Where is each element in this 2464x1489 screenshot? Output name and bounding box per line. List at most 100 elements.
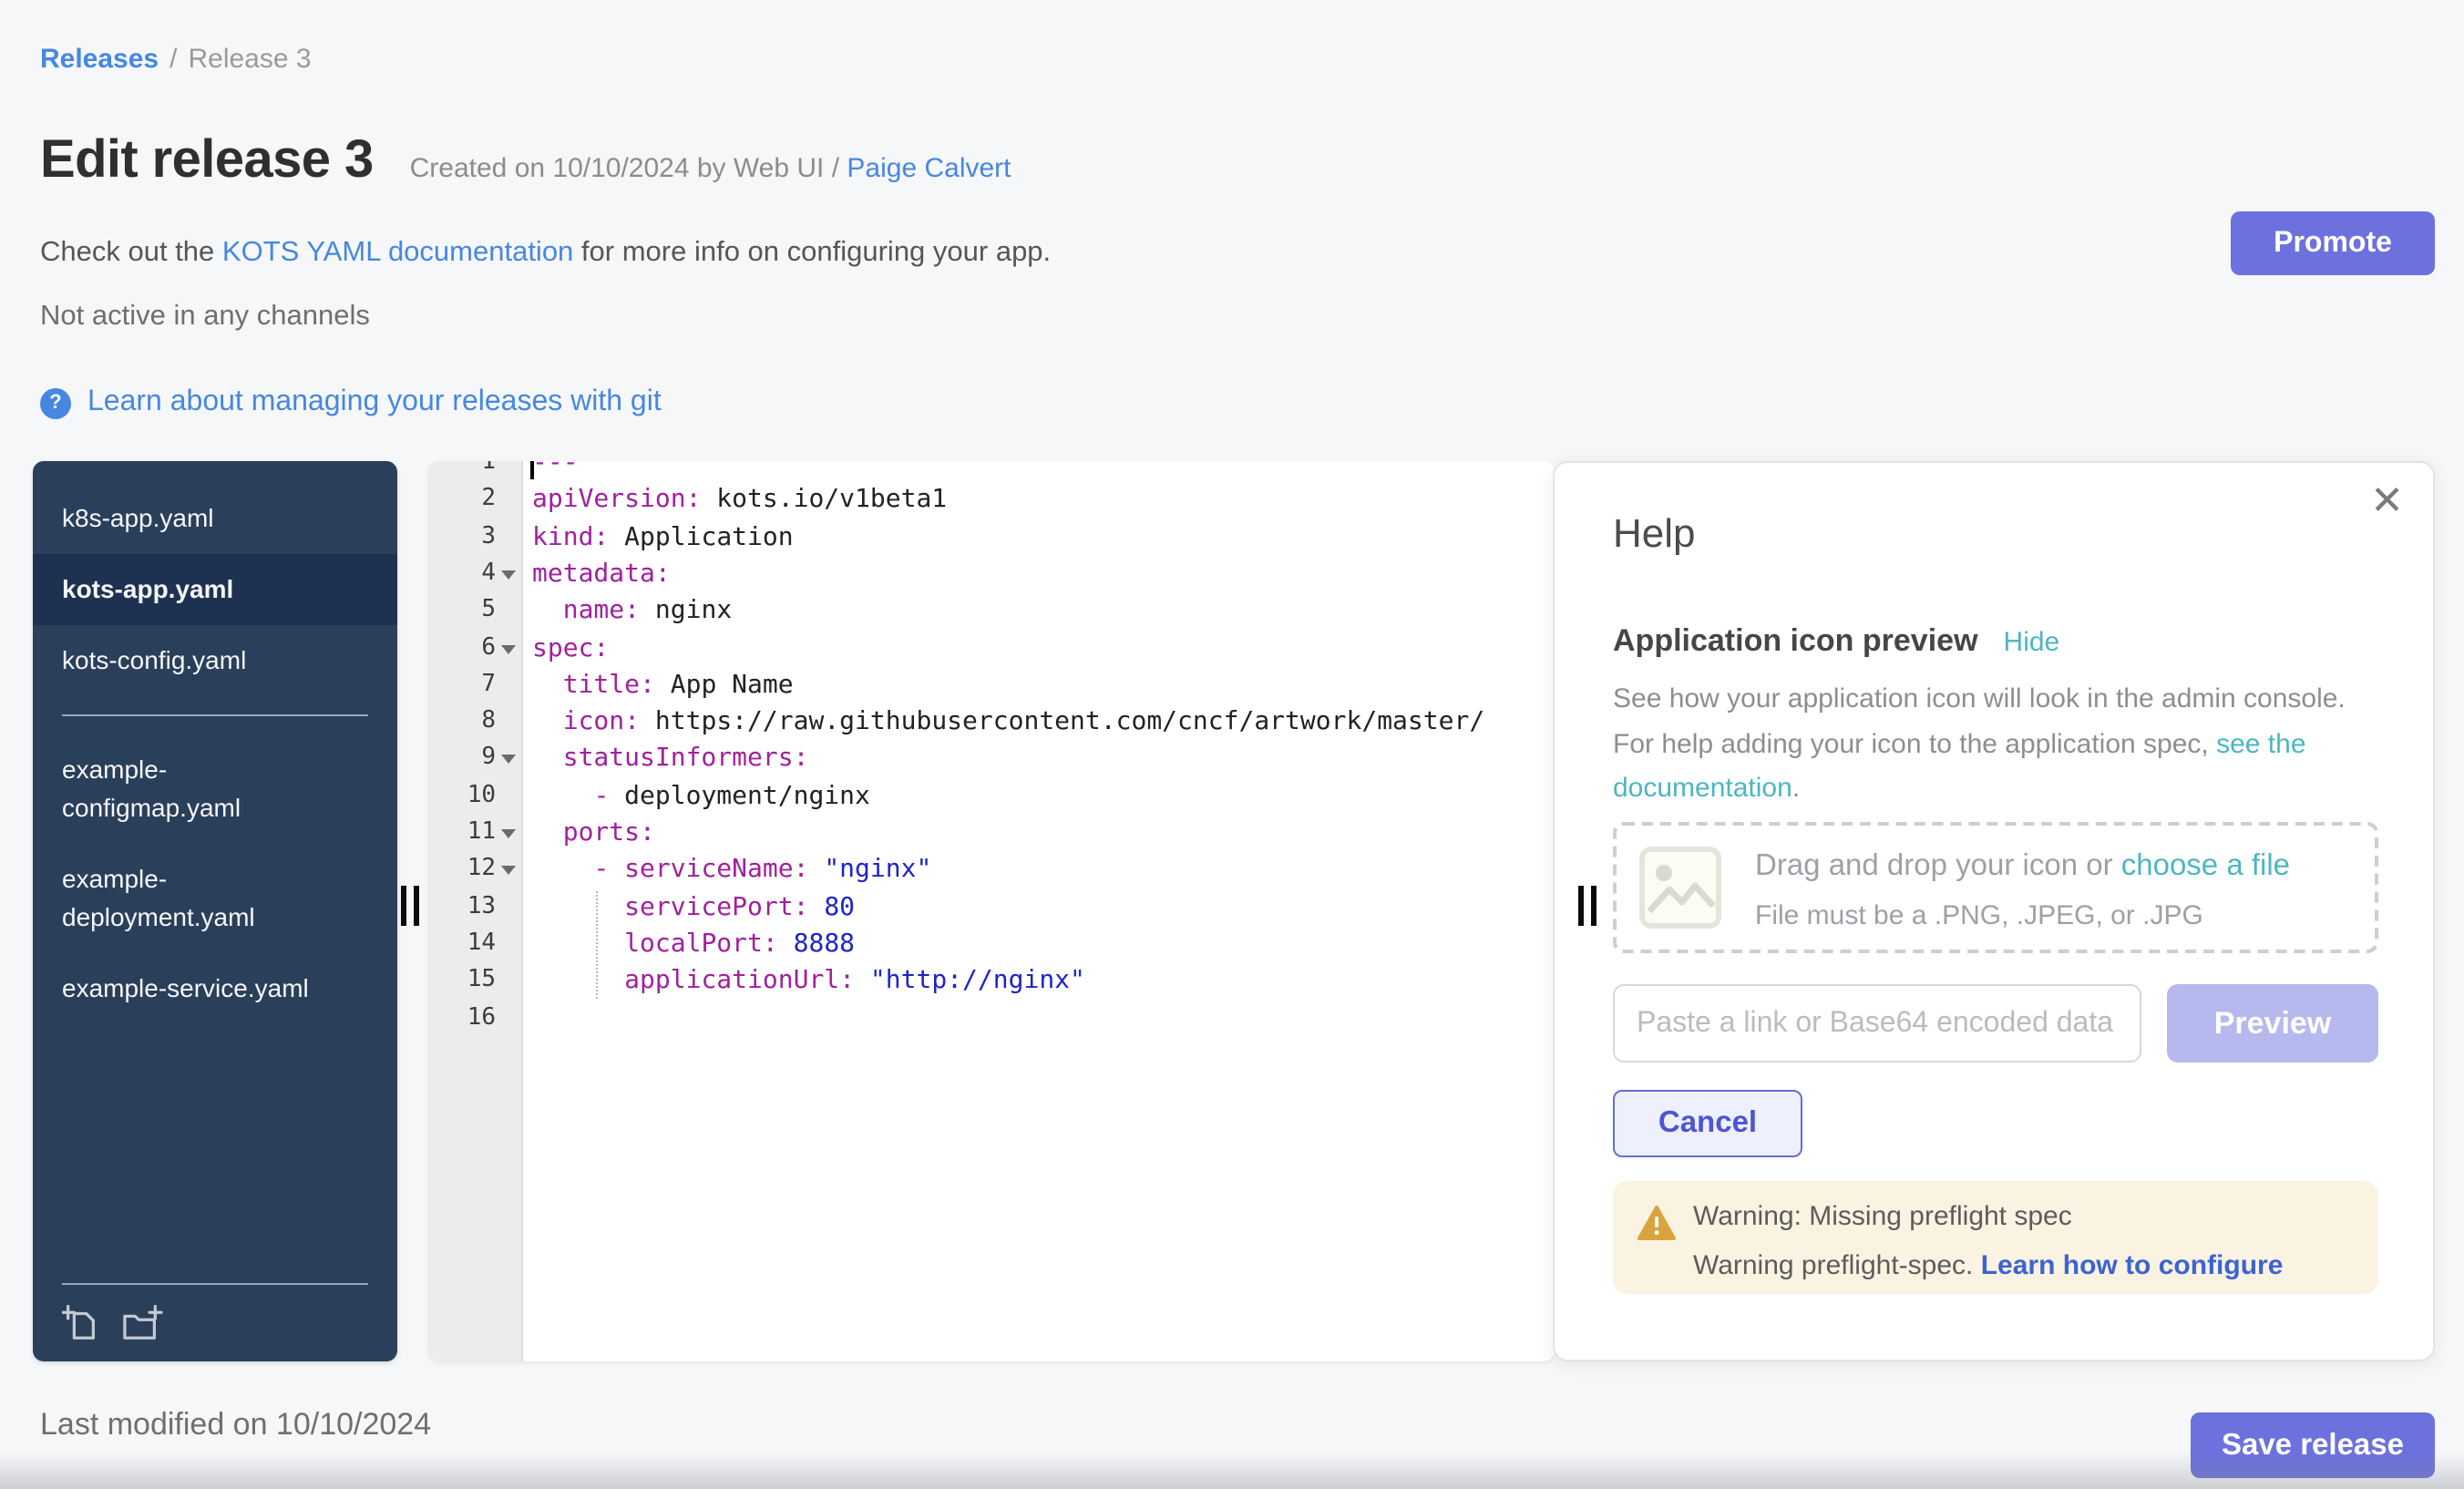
- code-line-12[interactable]: - serviceName: "nginx": [521, 852, 931, 889]
- close-icon[interactable]: ✕: [2370, 481, 2404, 521]
- gutter-line-5: 5: [428, 592, 521, 630]
- gutter-line-1: 1: [428, 461, 521, 482]
- last-modified-label: Last modified on 10/10/2024: [40, 1407, 431, 1443]
- doc-prefix: Check out the: [40, 237, 222, 268]
- page-title: Edit release 3: [40, 131, 374, 191]
- code-line-16[interactable]: [521, 1000, 532, 1037]
- warning-detail-text: Warning preflight-spec.: [1693, 1250, 1981, 1281]
- file-list-divider: [62, 714, 368, 716]
- sidebar-file-example-deployment.yaml[interactable]: example-deployment.yaml: [33, 844, 397, 953]
- sidebar-file-example-service.yaml[interactable]: example-service.yaml: [33, 953, 397, 1024]
- cancel-button[interactable]: Cancel: [1613, 1090, 1802, 1157]
- image-placeholder-icon: [1638, 844, 1722, 931]
- channel-status: Not active in any channels: [40, 301, 370, 334]
- code-line-13[interactable]: servicePort: 80: [521, 888, 855, 926]
- code-line-7[interactable]: title: App Name: [521, 667, 794, 704]
- sidebar-actions: [62, 1305, 164, 1343]
- code-line-11[interactable]: ports:: [521, 815, 655, 852]
- sidebar-file-kots-config.yaml[interactable]: kots-config.yaml: [33, 625, 397, 696]
- icon-preview-section-header: Application icon preview Hide: [1613, 623, 2059, 660]
- gutter-line-16: 16: [428, 1000, 521, 1037]
- fold-arrow-icon[interactable]: [501, 644, 516, 653]
- sidebar-resize-handle[interactable]: [401, 886, 426, 926]
- breadcrumb: Releases / Release 3: [40, 44, 312, 75]
- code-line-9[interactable]: statusInformers:: [521, 741, 808, 778]
- breadcrumb-current: Release 3: [188, 44, 311, 75]
- warning-title: Warning: Missing preflight spec: [1693, 1201, 2072, 1232]
- preview-button[interactable]: Preview: [2167, 984, 2378, 1063]
- code-line-2[interactable]: apiVersion: kots.io/v1beta1: [521, 482, 947, 519]
- text-cursor: [530, 461, 534, 479]
- created-prefix: Created on 10/10/2024 by Web UI /: [410, 153, 847, 184]
- bottom-shade: [0, 1453, 2464, 1489]
- file-sidebar: k8s-app.yamlkots-app.yamlkots-config.yam…: [33, 461, 397, 1361]
- fold-arrow-icon[interactable]: [501, 570, 516, 580]
- gutter-line-2: 2: [428, 482, 521, 519]
- sidebar-file-kots-app.yaml[interactable]: kots-app.yaml: [33, 554, 397, 625]
- gutter-line-4: 4: [428, 556, 521, 593]
- git-releases-link[interactable]: Learn about managing your releases with …: [87, 386, 662, 419]
- sidebar-bottom-divider: [62, 1283, 368, 1285]
- code-line-4[interactable]: metadata:: [521, 556, 671, 593]
- code-line-6[interactable]: spec:: [521, 630, 609, 667]
- question-mark: ?: [49, 392, 61, 414]
- sidebar-file-k8s-app.yaml[interactable]: k8s-app.yaml: [33, 483, 397, 554]
- drop-instruction: Drag and drop your icon or choose a file: [1755, 849, 2290, 884]
- promote-button[interactable]: Promote: [2231, 211, 2435, 275]
- gutter-line-11: 11: [428, 815, 521, 852]
- gutter-line-3: 3: [428, 519, 521, 556]
- drop-text: Drag and drop your icon or: [1755, 849, 2121, 882]
- code-line-14[interactable]: localPort: 8888: [521, 926, 855, 963]
- fold-arrow-icon[interactable]: [501, 867, 516, 876]
- gutter-line-10: 10: [428, 777, 521, 815]
- help-title: Help: [1613, 510, 1696, 558]
- sidebar-file-list-top: k8s-app.yamlkots-app.yamlkots-config.yam…: [33, 483, 397, 1024]
- gutter-line-12: 12: [428, 852, 521, 889]
- gutter-line-13: 13: [428, 888, 521, 926]
- code-line-3[interactable]: kind: Application: [521, 519, 794, 556]
- preflight-warning: Warning: Missing preflight spec Warning …: [1613, 1181, 2378, 1294]
- created-author-link[interactable]: Paige Calvert: [847, 153, 1011, 184]
- breadcrumb-releases-link[interactable]: Releases: [40, 44, 159, 75]
- sidebar-file-example-configmap.yaml[interactable]: example-configmap.yaml: [33, 734, 397, 844]
- help-panel-resize-handle[interactable]: [1578, 886, 1604, 926]
- help-desc-suffix: .: [1792, 773, 1800, 804]
- add-folder-icon[interactable]: [120, 1305, 164, 1343]
- kots-yaml-doc-link[interactable]: KOTS YAML documentation: [222, 237, 573, 268]
- gutter-line-15: 15: [428, 962, 521, 1000]
- gutter-line-6: 6: [428, 630, 521, 667]
- created-meta: Created on 10/10/2024 by Web UI / Paige …: [410, 153, 1011, 184]
- gutter-line-8: 8: [428, 703, 521, 741]
- editor-gutter: 12345678910111213141516: [428, 461, 523, 1361]
- choose-file-link[interactable]: choose a file: [2121, 849, 2290, 882]
- help-panel: ✕ Help Application icon preview Hide See…: [1553, 461, 2435, 1361]
- gutter-line-14: 14: [428, 926, 521, 963]
- git-help-row: ? Learn about managing your releases wit…: [40, 386, 662, 419]
- indent-guide: [596, 891, 598, 999]
- learn-configure-link[interactable]: Learn how to configure: [1981, 1250, 2284, 1281]
- help-description: See how your application icon will look …: [1613, 678, 2382, 812]
- gutter-line-9: 9: [428, 741, 521, 778]
- doc-suffix: for more info on configuring your app.: [573, 237, 1051, 268]
- code-line-10[interactable]: - deployment/nginx: [521, 777, 870, 815]
- code-line-8[interactable]: icon: https://raw.githubusercontent.com/…: [521, 703, 1484, 741]
- fold-arrow-icon[interactable]: [501, 829, 516, 838]
- section-title: Application icon preview: [1613, 623, 1978, 660]
- gutter-line-7: 7: [428, 667, 521, 704]
- add-file-icon[interactable]: [62, 1305, 100, 1343]
- drop-file-types: File must be a .PNG, .JPEG, or .JPG: [1755, 900, 2203, 931]
- icon-drop-zone[interactable]: Drag and drop your icon or choose a file…: [1613, 822, 2378, 953]
- icon-url-input[interactable]: [1613, 984, 2141, 1063]
- title-row: Edit release 3 Created on 10/10/2024 by …: [40, 131, 1011, 191]
- code-line-5[interactable]: name: nginx: [521, 592, 732, 630]
- warning-detail: Warning preflight-spec. Learn how to con…: [1693, 1250, 2283, 1281]
- yaml-editor[interactable]: 12345678910111213141516 ---apiVersion: k…: [428, 461, 1555, 1361]
- warning-triangle-icon: [1637, 1205, 1677, 1241]
- hide-link[interactable]: Hide: [2004, 627, 2060, 658]
- breadcrumb-separator: /: [169, 44, 177, 75]
- question-circle-icon: ?: [40, 387, 71, 418]
- fold-arrow-icon[interactable]: [501, 755, 516, 765]
- release-editor-page: Releases / Release 3 Edit release 3 Create…: [0, 0, 2464, 1489]
- doc-line: Check out the KOTS YAML documentation fo…: [40, 237, 1051, 270]
- code-line-15[interactable]: applicationUrl: "http://nginx": [521, 962, 1085, 1000]
